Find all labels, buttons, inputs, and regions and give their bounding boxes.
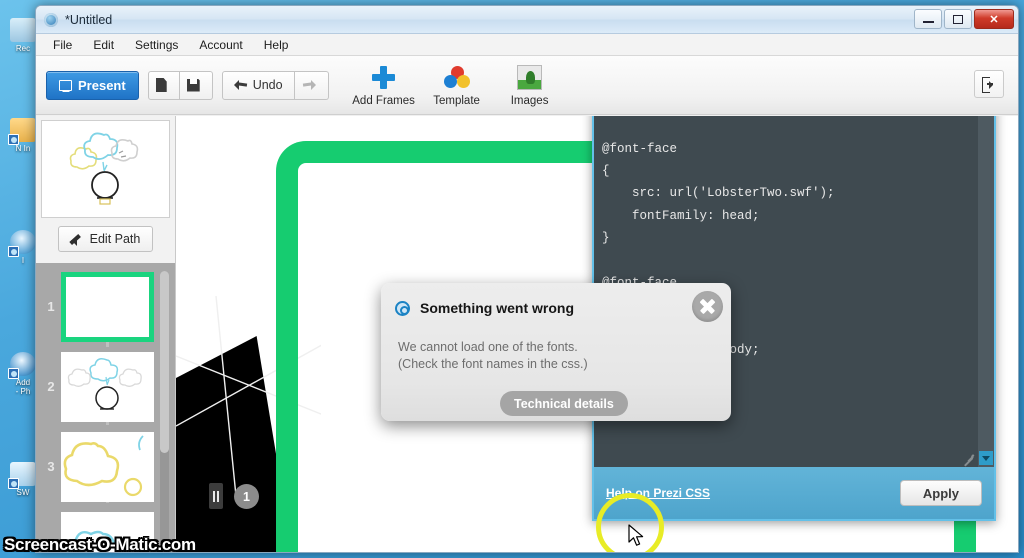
template-label: Template	[433, 94, 480, 107]
file-button-group	[147, 70, 213, 100]
minimize-icon	[922, 21, 934, 23]
panel-resize-grip[interactable]	[962, 451, 975, 466]
thumbnail-row-3[interactable]: 3	[36, 429, 175, 507]
mouse-cursor-icon	[628, 524, 644, 546]
left-sidebar: Edit Path 1 2 3 4	[36, 116, 176, 552]
edit-path-button[interactable]: Edit Path	[58, 226, 153, 252]
swf-file-icon	[8, 462, 36, 489]
css-vertical-scrollbar[interactable]	[978, 116, 994, 467]
menu-item-file[interactable]: File	[44, 36, 81, 54]
menubar: File Edit Settings Account Help	[36, 34, 1018, 56]
redo-button[interactable]	[294, 70, 329, 100]
slide-thumbnail-2[interactable]	[61, 352, 154, 422]
overview-thumbnail[interactable]	[41, 120, 170, 218]
error-dialog: Something went wrong We cannot load one …	[381, 283, 731, 421]
menu-item-account[interactable]: Account	[190, 36, 251, 54]
redo-arrow-icon	[302, 79, 316, 91]
shortcut-badge-icon	[8, 246, 19, 257]
undo-button[interactable]: Undo	[221, 70, 295, 100]
images-button[interactable]: Images	[498, 64, 562, 107]
thumbnail-row-1[interactable]: 1	[36, 269, 175, 347]
plus-icon	[372, 64, 396, 92]
add-frames-label: Add Frames	[352, 94, 415, 107]
undo-arrow-icon	[233, 79, 248, 91]
menu-item-edit[interactable]: Edit	[84, 36, 123, 54]
desktop-icon-label: I	[21, 256, 25, 265]
main-toolbar: Present Undo Add Frames Template Images	[36, 56, 1018, 115]
thumbnail-3-preview	[63, 435, 144, 497]
editor-body: Edit Path 1 2 3 4 1 @font-face {src: ur…	[36, 116, 1018, 552]
overview-preview-svg	[69, 132, 139, 205]
app-icon	[8, 352, 36, 379]
close-button[interactable]: ✕	[974, 9, 1014, 29]
new-prezi-button[interactable]	[147, 70, 180, 100]
chevron-down-icon	[982, 455, 990, 461]
desktop-icon-label: N In	[15, 144, 31, 153]
shortcut-badge-icon	[8, 134, 19, 145]
dialog-message-line2: (Check the font names in the css.)	[398, 357, 588, 371]
save-button[interactable]	[179, 70, 213, 100]
present-button-label: Present	[78, 77, 126, 93]
menu-item-settings[interactable]: Settings	[126, 36, 187, 54]
desktop-icon-label: SW	[16, 488, 30, 497]
thumbnail-number: 3	[47, 459, 55, 474]
image-thumbnail-icon	[517, 64, 543, 92]
pencil-icon	[70, 233, 84, 246]
dialog-title: Something went wrong	[420, 300, 574, 316]
floppy-disk-icon	[186, 78, 200, 92]
slide-thumbnail-1[interactable]	[61, 272, 154, 342]
exit-icon	[981, 77, 997, 93]
recycle-bin-icon	[10, 18, 36, 42]
path-pause-button[interactable]	[209, 483, 223, 509]
template-button[interactable]: Template	[425, 64, 489, 107]
apply-button[interactable]: Apply	[899, 480, 982, 506]
maximize-icon	[953, 14, 963, 24]
path-step-badge[interactable]: 1	[234, 484, 259, 509]
colored-circles-icon	[443, 64, 470, 92]
canvas-stage[interactable]: 1 src	[176, 116, 1018, 552]
edit-path-label: Edit Path	[89, 232, 141, 246]
screencast-watermark: Screencast-O-Matic.com	[4, 535, 196, 554]
thumbnail-2-preview	[67, 358, 142, 410]
add-frames-button[interactable]: Add Frames	[352, 64, 416, 107]
undo-label: Undo	[252, 78, 283, 92]
shortcut-badge-icon	[8, 478, 19, 489]
folder-icon	[8, 118, 36, 145]
thumbnail-scrollbar[interactable]	[160, 271, 169, 546]
present-screen-icon	[59, 79, 72, 91]
desktop-icon-label: Rec	[15, 44, 31, 53]
prezi-logo-icon	[44, 12, 58, 27]
thumbnail-row-2[interactable]: 2	[36, 349, 175, 427]
thumbnail-number: 1	[47, 299, 55, 314]
slide-thumbnail-3[interactable]	[61, 432, 154, 502]
technical-details-button[interactable]: Technical details	[500, 391, 628, 416]
document-icon	[155, 78, 167, 92]
thumbnail-number: 2	[47, 379, 55, 394]
close-icon: ✕	[989, 13, 999, 26]
desktop-icon-label: Add - Ph	[15, 378, 31, 396]
window-titlebar: *Untitled ✕	[36, 6, 1018, 34]
scroll-down-button[interactable]	[979, 451, 993, 465]
dialog-close-button[interactable]	[692, 291, 723, 322]
browser-icon	[8, 230, 36, 257]
scrollbar-thumb[interactable]	[160, 271, 169, 453]
dialog-header: Something went wrong	[395, 300, 574, 316]
dialog-message-line1: We cannot load one of the fonts.	[398, 340, 578, 354]
present-button[interactable]: Present	[46, 70, 139, 100]
undo-redo-group: Undo	[221, 70, 329, 100]
window-controls: ✕	[914, 9, 1014, 29]
exit-button[interactable]	[974, 70, 1004, 98]
slide-thumbnail-list[interactable]: 1 2 3 4	[36, 263, 175, 552]
images-label: Images	[510, 94, 549, 107]
window-title: *Untitled	[65, 12, 113, 27]
minimize-button[interactable]	[914, 9, 942, 29]
dialog-message: We cannot load one of the fonts. (Check …	[398, 339, 588, 373]
prezi-application-window: *Untitled ✕ File Edit Settings Account H…	[35, 5, 1019, 553]
shortcut-badge-icon	[8, 368, 19, 379]
menu-item-help[interactable]: Help	[255, 36, 298, 54]
info-target-icon	[395, 300, 410, 316]
maximize-button[interactable]	[944, 9, 972, 29]
